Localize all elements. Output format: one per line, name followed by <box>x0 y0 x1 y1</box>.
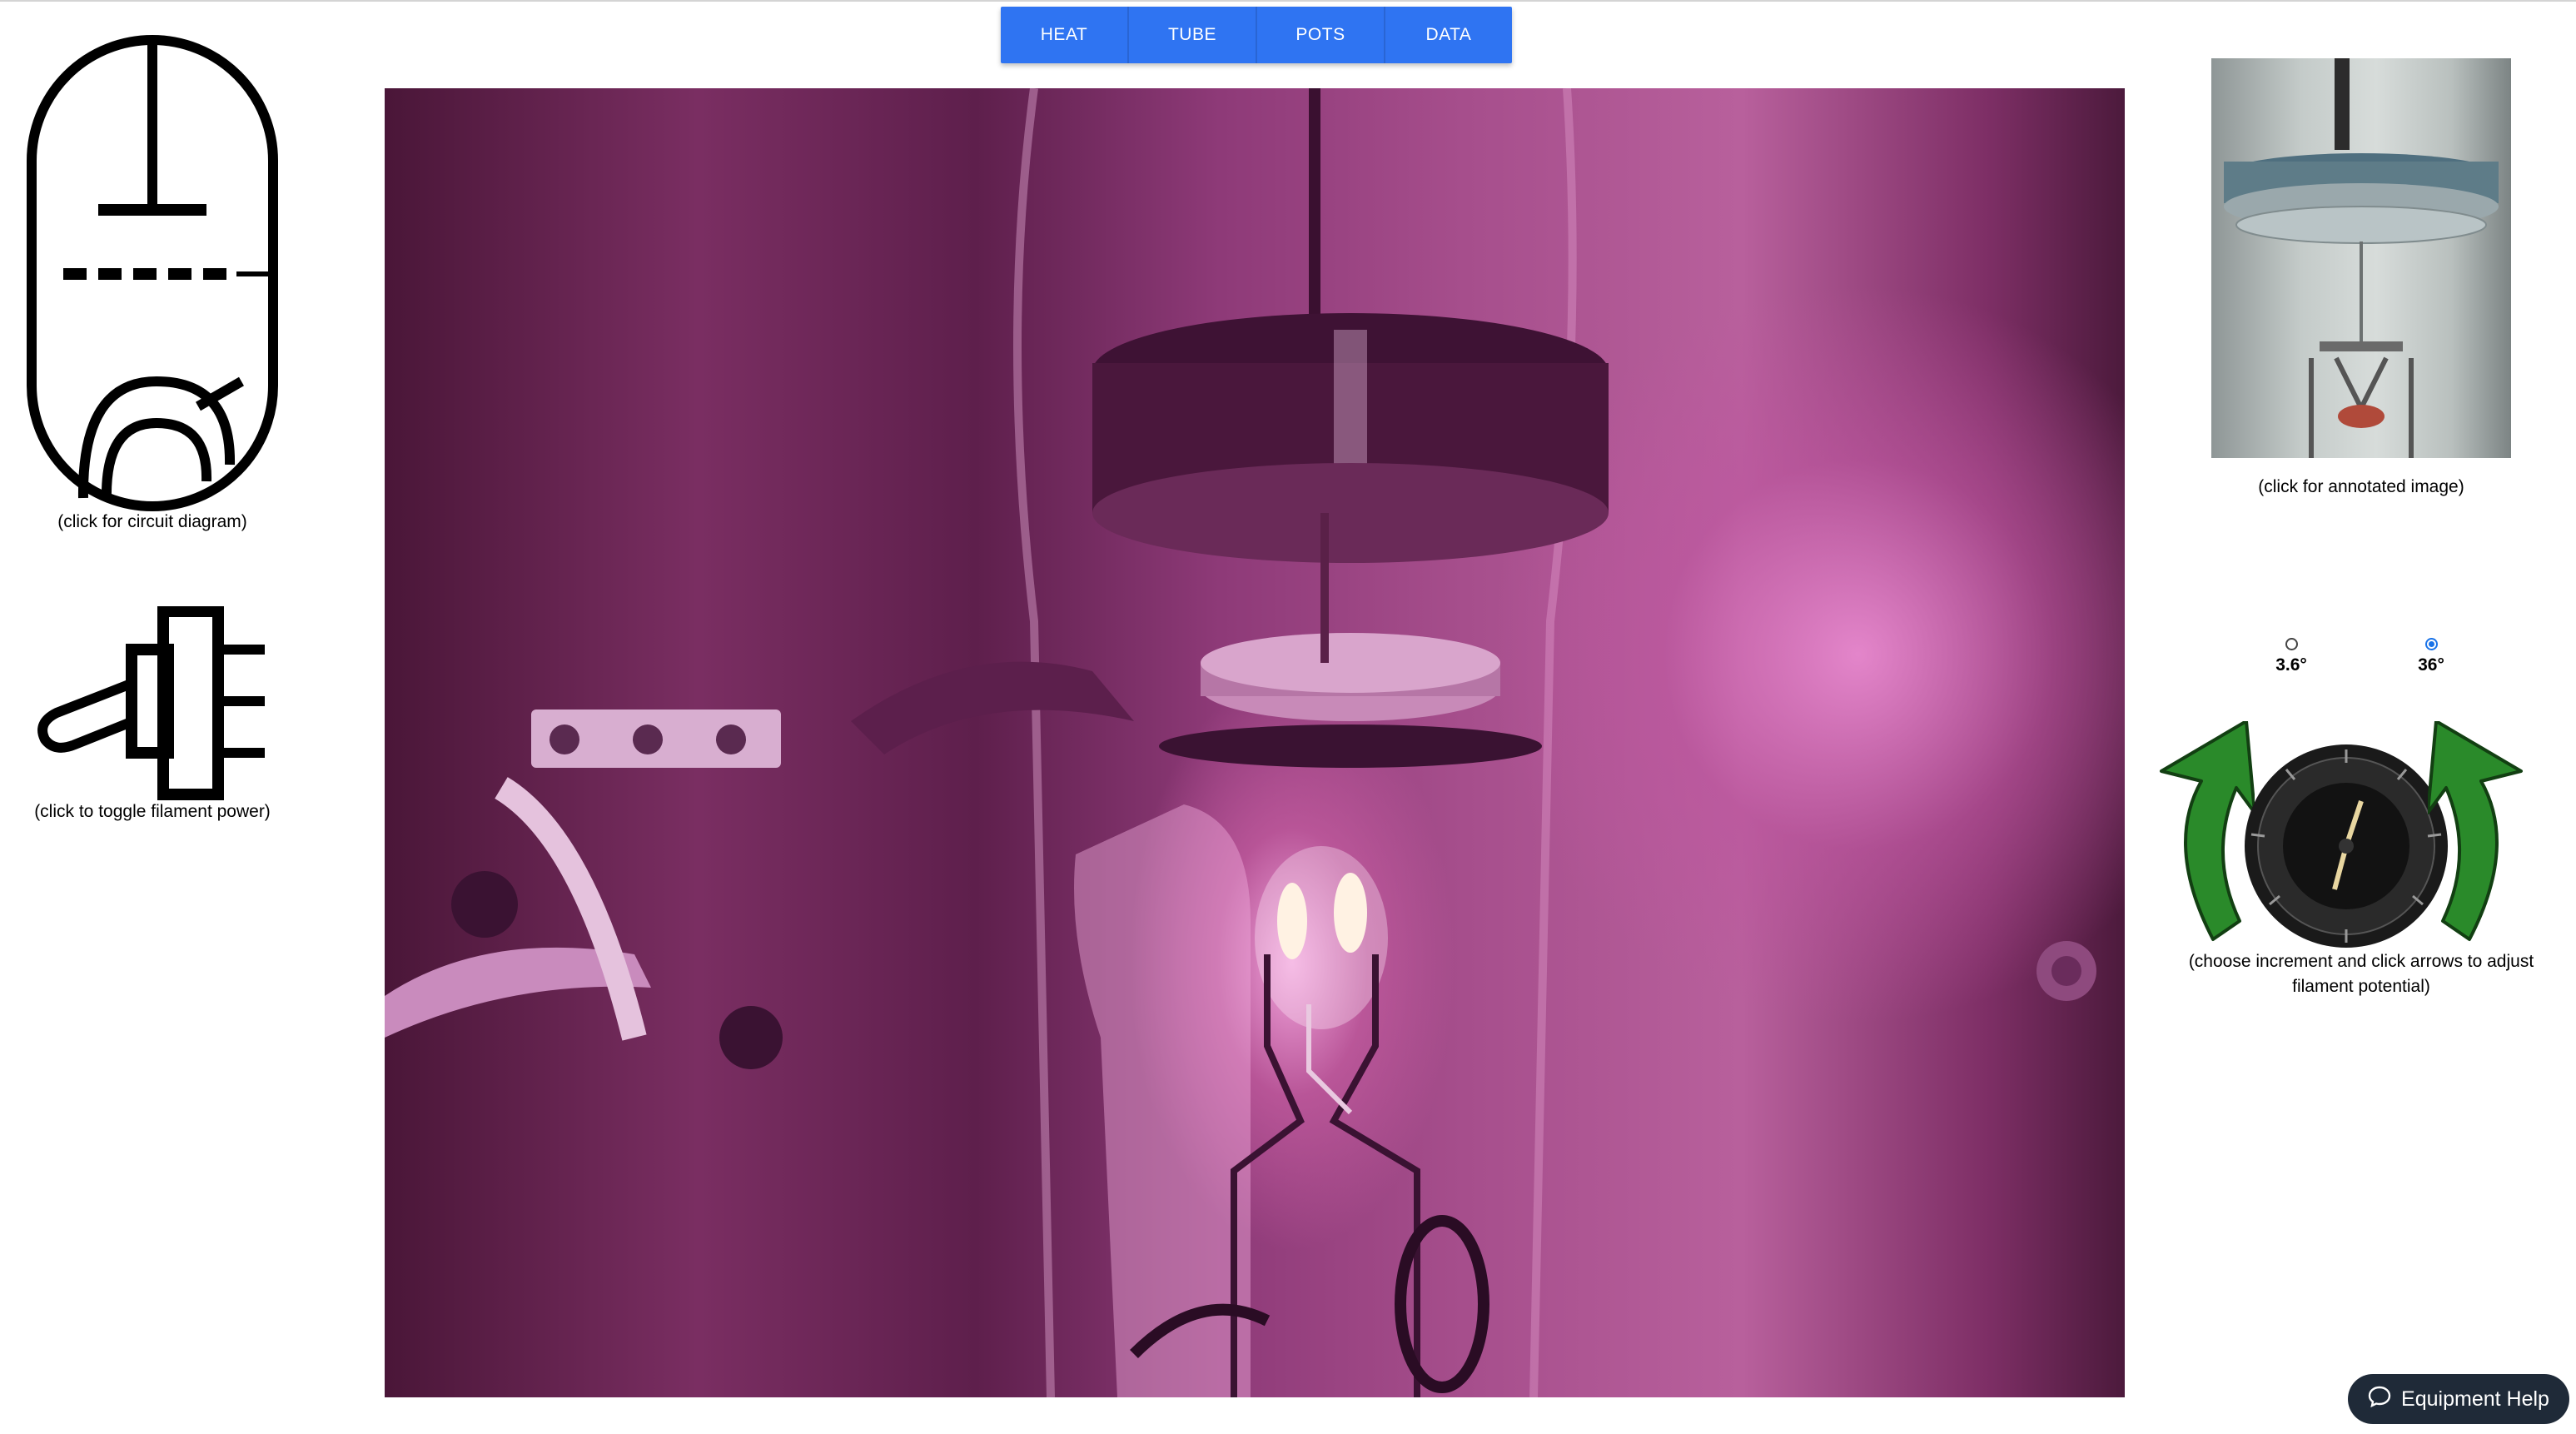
potentiometer-dial[interactable] <box>2243 743 2449 949</box>
rotate-left-arrow-icon[interactable] <box>2153 721 2255 948</box>
filament-knob-control <box>2153 718 2529 951</box>
top-border <box>0 0 2576 2</box>
annotated-image-thumbnail[interactable] <box>2211 58 2511 458</box>
increment-radio-large[interactable] <box>2424 638 2438 650</box>
rotate-right-arrow-icon[interactable] <box>2428 721 2529 948</box>
knob-caption-line2: filament potential) <box>2292 977 2430 996</box>
vacuum-tube-triode-icon[interactable] <box>23 32 281 513</box>
increment-label-large: 36° <box>2418 655 2444 675</box>
increment-radio-small[interactable] <box>2285 638 2298 650</box>
increment-label-small: 3.6° <box>2275 655 2307 675</box>
tab-data[interactable]: DATA <box>1385 7 1512 63</box>
equipment-help-label: Equipment Help <box>2401 1387 2549 1411</box>
tab-tube[interactable]: TUBE <box>1129 7 1257 63</box>
main-nav: HEAT TUBE POTS DATA <box>1001 7 1512 63</box>
circuit-diagram-caption: (click for circuit diagram) <box>57 512 247 531</box>
equipment-help-button[interactable]: Equipment Help <box>2348 1374 2569 1424</box>
toggle-switch-icon[interactable] <box>32 605 275 803</box>
increment-option-large[interactable]: 36° <box>2398 638 2464 675</box>
tab-heat[interactable]: HEAT <box>1001 7 1129 63</box>
tab-pots[interactable]: POTS <box>1257 7 1385 63</box>
annotated-image-caption: (click for annotated image) <box>2258 477 2464 496</box>
knob-caption-line1: (choose increment and click arrows to ad… <box>2188 952 2534 971</box>
filament-toggle-caption: (click to toggle filament power) <box>34 802 271 821</box>
knob-caption: (choose increment and click arrows to ad… <box>2161 949 2561 999</box>
chat-bubble-icon <box>2368 1385 2391 1414</box>
increment-option-small[interactable]: 3.6° <box>2258 638 2325 675</box>
tube-camera-feed <box>385 88 2125 1397</box>
